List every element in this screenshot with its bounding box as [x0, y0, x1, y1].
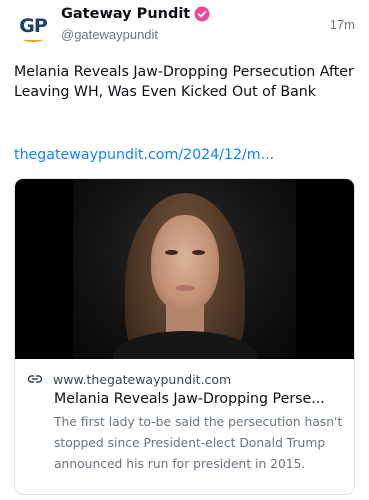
post-text: Melania Reveals Jaw-Dropping Persecution…	[14, 64, 354, 100]
post: GP Gateway Pundit @gatewaypundit 17m Mel…	[0, 0, 369, 500]
avatar-logo-text: GP	[19, 14, 48, 37]
portrait-photo	[73, 179, 296, 359]
card-domain: www.thegatewaypundit.com	[53, 371, 232, 387]
avatar-swoosh	[23, 37, 43, 42]
post-link[interactable]: thegatewaypundit.com/2024/12/m...	[14, 145, 354, 165]
portrait-lips	[175, 285, 195, 291]
post-timestamp[interactable]: 17m	[330, 17, 355, 32]
card-title[interactable]: Melania Reveals Jaw-Dropping Perse...	[54, 389, 344, 409]
card-image[interactable]	[15, 179, 354, 359]
avatar[interactable]: GP	[14, 10, 52, 48]
link-icon	[27, 371, 43, 387]
verified-badge-icon	[194, 6, 210, 22]
author-display-name[interactable]: Gateway Pundit	[61, 6, 190, 22]
card-domain-row: www.thegatewaypundit.com	[27, 371, 231, 387]
portrait-eye-right	[192, 250, 205, 255]
link-card[interactable]: www.thegatewaypundit.com Melania Reveals…	[14, 178, 355, 495]
portrait-face	[151, 215, 219, 311]
portrait-eye-left	[165, 250, 178, 255]
author-handle[interactable]: @gatewaypundit	[61, 27, 158, 42]
card-description: The first lady to-be said the persecutio…	[54, 415, 343, 471]
author-name-row: Gateway Pundit	[61, 6, 210, 22]
